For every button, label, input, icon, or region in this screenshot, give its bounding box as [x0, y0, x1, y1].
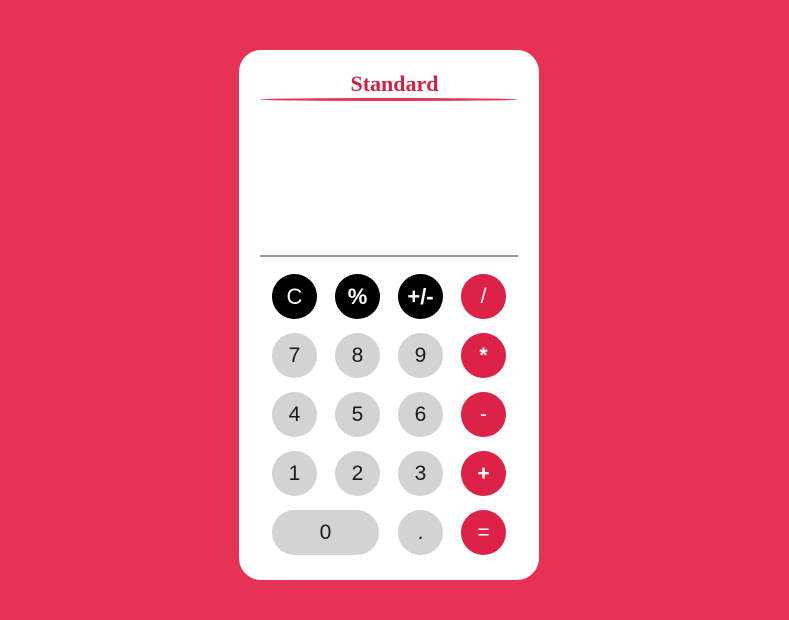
equals-button[interactable]: = [461, 510, 506, 555]
digit-6-button[interactable]: 6 [398, 392, 443, 437]
digit-4-button[interactable]: 4 [272, 392, 317, 437]
decimal-button[interactable]: . [398, 510, 443, 555]
digit-8-button[interactable]: 8 [335, 333, 380, 378]
display-divider [260, 255, 518, 257]
digit-3-button[interactable]: 3 [398, 451, 443, 496]
title-underline [260, 98, 518, 101]
digit-1-button[interactable]: 1 [272, 451, 317, 496]
percent-button[interactable]: % [335, 274, 380, 319]
digit-9-button[interactable]: 9 [398, 333, 443, 378]
digit-0-button[interactable]: 0 [272, 510, 379, 555]
subtract-button[interactable]: - [461, 392, 506, 437]
clear-button[interactable]: C [272, 274, 317, 319]
digit-5-button[interactable]: 5 [335, 392, 380, 437]
multiply-button[interactable]: * [461, 333, 506, 378]
calculator-display [260, 104, 518, 254]
add-button[interactable]: + [461, 451, 506, 496]
sign-toggle-button[interactable]: +/- [398, 274, 443, 319]
divide-button[interactable]: / [461, 274, 506, 319]
digit-7-button[interactable]: 7 [272, 333, 317, 378]
mode-title: Standard [350, 71, 439, 96]
digit-2-button[interactable]: 2 [335, 451, 380, 496]
